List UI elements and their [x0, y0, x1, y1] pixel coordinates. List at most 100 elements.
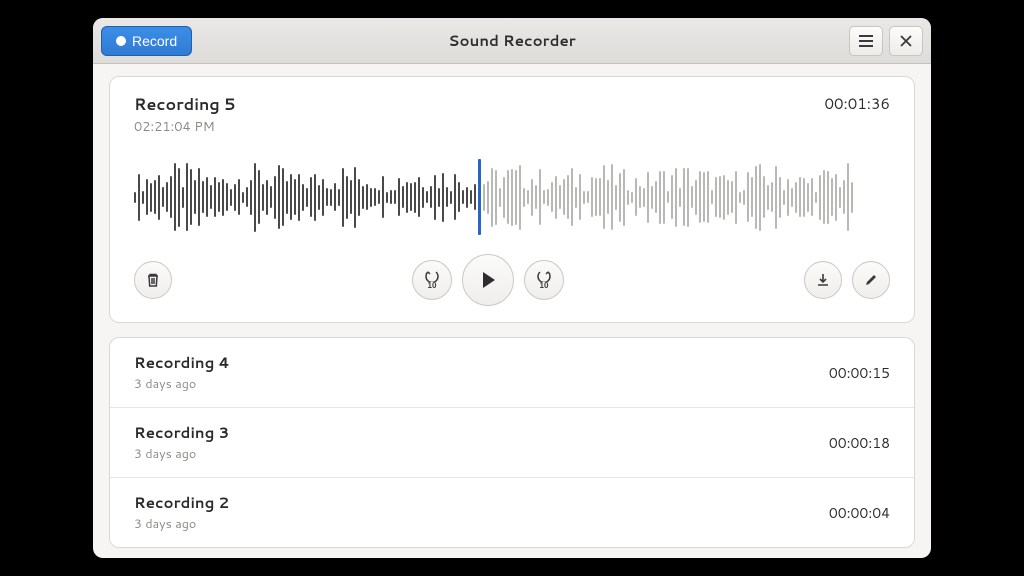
recording-timestamp: 02:21:04 PM: [134, 118, 236, 136]
recording-row-subtitle: 3 days ago: [134, 445, 229, 463]
waveform-bar: [146, 179, 148, 215]
waveform-bar: [346, 176, 348, 219]
waveform-bar: [575, 187, 577, 208]
waveform-bar: [735, 171, 737, 224]
waveform-bar: [290, 174, 292, 220]
waveform-bar: [591, 177, 593, 217]
recording-row-duration: 00:00:04: [829, 503, 890, 523]
waveform-bar: [454, 174, 456, 220]
waveform-bar: [671, 175, 673, 219]
waveform-bar: [222, 179, 224, 216]
waveform-bar: [663, 171, 665, 224]
waveform-bar: [807, 183, 809, 212]
header-actions: [849, 26, 923, 56]
waveform-bar: [623, 169, 625, 226]
recording-duration: 00:01:36: [825, 93, 890, 114]
waveform-bar: [543, 190, 545, 204]
waveform-bar: [214, 177, 216, 217]
waveform-bar: [238, 179, 240, 215]
waveform-bar: [611, 164, 613, 230]
waveform-bar: [627, 190, 629, 205]
waveform-bar: [294, 179, 296, 215]
waveform-bar: [515, 170, 517, 225]
recording-row[interactable]: Recording 43 days ago00:00:15: [110, 338, 914, 408]
content-area: Recording 5 02:21:04 PM 00:01:36: [93, 64, 931, 558]
waveform-bar: [563, 179, 565, 215]
waveform-bar: [374, 188, 376, 206]
record-label: Record: [132, 33, 177, 49]
waveform-bar: [430, 186, 432, 208]
waveform-bar: [775, 166, 777, 229]
app-title: Sound Recorder: [448, 30, 575, 51]
waveform-bar: [783, 190, 785, 205]
waveform-bar: [715, 177, 717, 217]
recording-row-title: Recording 2: [134, 492, 229, 513]
waveform-bar: [138, 174, 140, 221]
record-icon: [116, 36, 126, 46]
waveform-bar: [474, 184, 476, 210]
recording-title: Recording 5: [134, 93, 236, 116]
waveform-bar: [402, 186, 404, 208]
waveform-display[interactable]: [134, 152, 890, 242]
waveform-bar: [831, 178, 833, 216]
waveform-bar: [354, 167, 356, 228]
waveform-bar: [823, 170, 825, 224]
waveform-bar: [178, 168, 180, 227]
menu-button[interactable]: [849, 26, 883, 56]
waveform-bar: [495, 170, 497, 225]
waveform-bar: [759, 164, 761, 231]
waveform-bar: [555, 176, 557, 219]
waveform-bar: [799, 177, 801, 217]
waveform-bar: [679, 188, 681, 207]
waveform-bar: [619, 173, 621, 222]
waveform-bar: [839, 187, 841, 208]
recording-row[interactable]: Recording 3 3 days ago 00:00:18: [110, 408, 914, 478]
waveform-bar: [246, 187, 248, 207]
recording-row-title: Recording 3: [134, 422, 229, 443]
recordings-list: Recording 43 days ago00:00:15Recording 3…: [109, 337, 915, 548]
skip-back-icon: 10: [424, 270, 440, 290]
waveform-bar: [462, 190, 464, 204]
waveform-bar: [134, 192, 136, 203]
waveform-bar: [414, 182, 416, 213]
waveform-bar: [174, 163, 176, 231]
waveform-bar: [458, 182, 460, 212]
waveform-bar: [202, 181, 204, 213]
skip-back-button[interactable]: 10: [412, 260, 452, 300]
playhead[interactable]: [478, 159, 481, 235]
close-button[interactable]: [889, 26, 923, 56]
waveform-bar: [442, 173, 444, 222]
waveform-bar: [607, 180, 609, 214]
waveform-bar: [302, 184, 304, 211]
waveform-bar: [466, 187, 468, 208]
record-button[interactable]: Record: [101, 26, 192, 56]
waveform-bar: [531, 179, 533, 216]
waveform-bar: [503, 177, 505, 218]
waveform-bar: [595, 178, 597, 216]
recording-row-duration: 00:00:18: [829, 433, 890, 453]
export-button[interactable]: [804, 261, 842, 299]
waveform-bar: [491, 168, 493, 227]
delete-button[interactable]: [134, 261, 172, 299]
play-button[interactable]: [462, 254, 514, 306]
waveform-bar: [635, 178, 637, 216]
recording-row[interactable]: Recording 23 days ago00:00:04: [110, 478, 914, 547]
waveform-bar: [603, 165, 605, 229]
waveform-bar: [587, 191, 589, 203]
waveform-bar: [551, 182, 553, 212]
skip-forward-button[interactable]: 10: [524, 260, 564, 300]
waveform-bar: [787, 179, 789, 216]
waveform-bar: [647, 172, 649, 223]
waveform-bar: [539, 169, 541, 225]
waveform-bar: [687, 168, 689, 227]
waveform-bar: [270, 186, 272, 208]
waveform-bar: [755, 166, 757, 229]
waveform-bar: [142, 191, 144, 204]
waveform-bar: [767, 185, 769, 210]
waveform-bar: [499, 188, 501, 207]
waveform-bar: [154, 180, 156, 214]
pencil-icon: [864, 273, 878, 287]
skip-forward-icon: 10: [536, 270, 552, 290]
rename-button[interactable]: [852, 261, 890, 299]
waveform-bar: [286, 181, 288, 214]
